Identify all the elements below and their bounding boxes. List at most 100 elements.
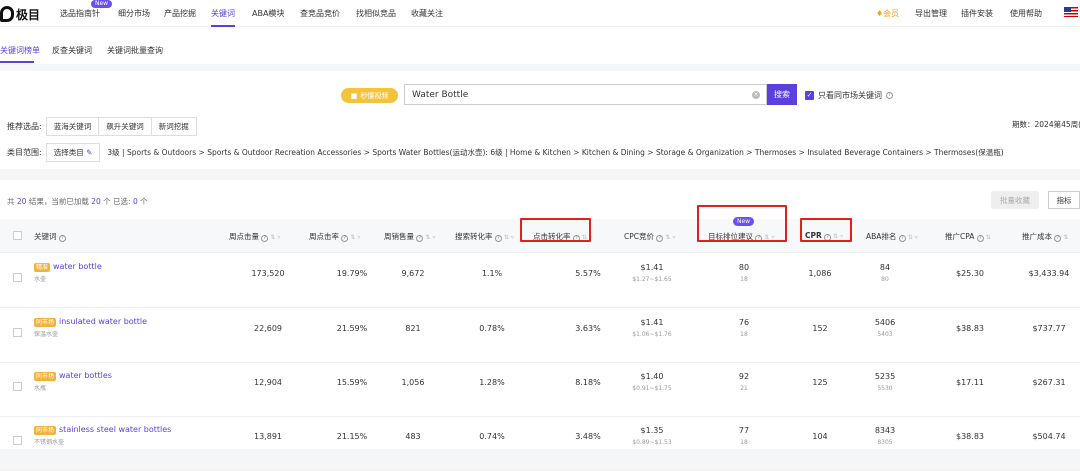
metrics-button[interactable]: 指标 — [1048, 191, 1080, 209]
cell-aba-sub: 5530 — [877, 385, 893, 392]
cell-click-cvr: 3.48% — [575, 432, 601, 441]
select-all-checkbox[interactable] — [13, 231, 22, 240]
cell-sales: 483 — [405, 432, 421, 441]
chip-blue-ocean[interactable]: 蓝海关键词 — [45, 117, 100, 136]
quick-video-button[interactable]: ■ 秒懂视频 — [341, 88, 398, 103]
col-cpc[interactable]: CPC竞价 ? ⇅ ▿ — [624, 231, 675, 242]
logo[interactable]: 极目 — [0, 4, 40, 24]
nav-item-similar[interactable]: 找相似竞品 — [356, 8, 396, 19]
sort-icon[interactable]: ⇅ ▿ — [350, 234, 360, 241]
tab-reverse-keyword[interactable]: 反查关键词 — [52, 45, 92, 56]
row-checkbox[interactable] — [13, 273, 22, 282]
cell-cpc-range: $0.91~$1.75 — [632, 385, 672, 392]
search-button[interactable]: 搜索 — [767, 84, 797, 105]
search-panel: ■ 秒懂视频 Water Bottle × 搜索 ✓ 只看同市场关键词 ? 推荐… — [0, 71, 1080, 169]
clear-icon[interactable]: × — [752, 91, 760, 99]
info-icon[interactable]: ? — [656, 235, 664, 242]
nav-item-market[interactable]: 细分市场 — [118, 8, 150, 19]
nav-item-aba[interactable]: ABA模块 — [252, 8, 284, 19]
cell-cost: $267.31 — [1032, 378, 1066, 387]
export-manage-link[interactable]: 导出管理 — [915, 8, 947, 19]
table-row[interactable]: 同市场 insulated water bottle 保温水壶 22,609 21.59… — [0, 309, 1080, 363]
nav-item-competitor-bid[interactable]: 查竞品竞价 — [300, 8, 340, 19]
chip-rising[interactable]: 飙升关键词 — [99, 117, 152, 136]
nav-item-product-mining[interactable]: 产品挖掘 — [164, 8, 196, 19]
info-icon[interactable]: ? — [886, 92, 893, 99]
cell-aba: 8343 — [874, 426, 896, 435]
keyword-text[interactable]: insulated water bottle — [59, 317, 147, 326]
plugin-install-link[interactable]: 插件安装 — [961, 8, 993, 19]
cell-cost: $504.74 — [1032, 432, 1066, 441]
checkbox-checked-icon[interactable]: ✓ — [805, 91, 814, 100]
col-search-cvr[interactable]: 搜索转化率 ? ⇅ ▿ — [455, 231, 514, 242]
info-icon[interactable]: ? — [494, 235, 502, 242]
keyword-tag: 同市场 — [34, 372, 57, 381]
keyword-link[interactable]: 精准 water bottle — [34, 262, 102, 272]
nav-item-keywords[interactable]: 关键词 — [211, 8, 235, 19]
sort-icon[interactable]: ⇅ ▿ — [425, 234, 435, 241]
cell-aba: 5406 — [874, 318, 896, 327]
col-weekly-sales[interactable]: 周销售量 ? ⇅ ▿ — [384, 231, 435, 242]
info-icon[interactable]: ? — [416, 235, 424, 242]
info-icon[interactable]: ? — [341, 235, 349, 242]
keyword-link[interactable]: 同市场 water bottles — [34, 371, 112, 381]
sort-icon[interactable]: ⇅ ▿ — [504, 234, 514, 241]
keyword-link[interactable]: 同市场 stainless steel water bottles — [34, 425, 171, 435]
row-checkbox[interactable] — [13, 328, 22, 337]
nav-item-favorites[interactable]: 收藏关注 — [411, 8, 443, 19]
sort-icon[interactable]: ⇅ ▿ — [270, 234, 280, 241]
table-row[interactable]: 同市场 water bottles 水瓶 12,904 15.59% 1,056 1.28%… — [0, 363, 1080, 417]
row-checkbox[interactable] — [13, 382, 22, 391]
result-prefix: 共 — [7, 197, 15, 206]
batch-favorite-button[interactable]: 批量收藏 — [991, 191, 1039, 209]
cell-cpc-range: $1.27~$1.65 — [632, 276, 672, 283]
info-icon[interactable]: ? — [898, 235, 906, 242]
same-market-checkbox[interactable]: ✓ 只看同市场关键词 ? — [805, 90, 893, 101]
search-input[interactable]: Water Bottle × — [404, 84, 767, 105]
flag-icon[interactable] — [1064, 7, 1078, 17]
cell-search-cvr: 0.78% — [479, 324, 505, 333]
tab-active-underline — [0, 61, 34, 63]
period-label[interactable]: 期数：2024第45周( — [1012, 119, 1080, 130]
col-weekly-clicks[interactable]: 周点击量 ? ⇅ ▿ — [229, 231, 280, 242]
cell-aba-sub: 8305 — [877, 439, 893, 446]
cell-rank-sub: 21 — [740, 385, 748, 392]
tab-keyword-list[interactable]: 关键词榜单 — [0, 45, 40, 56]
cell-rank: 80 — [738, 263, 750, 272]
cell-search-cvr: 0.74% — [479, 432, 505, 441]
cell-cost: $737.77 — [1032, 324, 1066, 333]
chip-new-words[interactable]: 新词挖掘 — [151, 117, 197, 136]
col-label: 周点击量 — [229, 232, 259, 241]
col-cost[interactable]: 推广成本 ? ⇅ — [1022, 231, 1068, 242]
col-cpa[interactable]: 推广CPA ? ⇅ — [945, 231, 991, 242]
search-query[interactable]: Water Bottle — [412, 90, 468, 100]
table-row[interactable]: 精准 water bottle 水壶 173,520 19.79% 9,672 1.1% 5.… — [0, 254, 1080, 308]
cell-cpa: $38.83 — [956, 432, 984, 441]
cell-cpc: $1.40 — [640, 372, 664, 381]
nav-item-compass[interactable]: 选品指南针 — [60, 8, 100, 19]
col-keyword-label: 关键词 — [34, 232, 57, 241]
cell-rank: 77 — [738, 426, 750, 435]
keyword-text[interactable]: stainless steel water bottles — [59, 425, 171, 434]
sort-icon[interactable]: ⇅ — [1063, 234, 1068, 241]
cell-cpr: 125 — [812, 378, 828, 387]
row-checkbox[interactable] — [13, 436, 22, 445]
col-keyword[interactable]: 关键词 ? — [34, 231, 66, 242]
keyword-link[interactable]: 同市场 insulated water bottle — [34, 317, 147, 327]
sort-icon[interactable]: ⇅ ▿ — [665, 234, 675, 241]
select-category-button[interactable]: 选择类目 ✎ — [45, 143, 101, 162]
info-icon[interactable]: ? — [58, 235, 66, 242]
table-row[interactable]: 同市场 stainless steel water bottles 不锈钢水壶 13,… — [0, 417, 1080, 471]
keyword-text[interactable]: water bottles — [59, 371, 112, 380]
sort-icon[interactable]: ⇅ — [986, 234, 991, 241]
help-link[interactable]: 使用帮助 — [1010, 8, 1042, 19]
info-icon[interactable]: ? — [261, 235, 269, 242]
sort-icon[interactable]: ⇅ ▿ — [908, 234, 918, 241]
info-icon[interactable]: ? — [1054, 235, 1062, 242]
tab-batch-query[interactable]: 关键词批量查询 — [107, 45, 163, 56]
keyword-text[interactable]: water bottle — [53, 262, 102, 271]
info-icon[interactable]: ? — [976, 235, 984, 242]
vip-link[interactable]: ♦会员 — [876, 8, 899, 19]
col-aba-rank[interactable]: ABA排名 ? ⇅ ▿ — [866, 231, 918, 242]
col-weekly-ctr[interactable]: 周点击率 ? ⇅ ▿ — [309, 231, 360, 242]
